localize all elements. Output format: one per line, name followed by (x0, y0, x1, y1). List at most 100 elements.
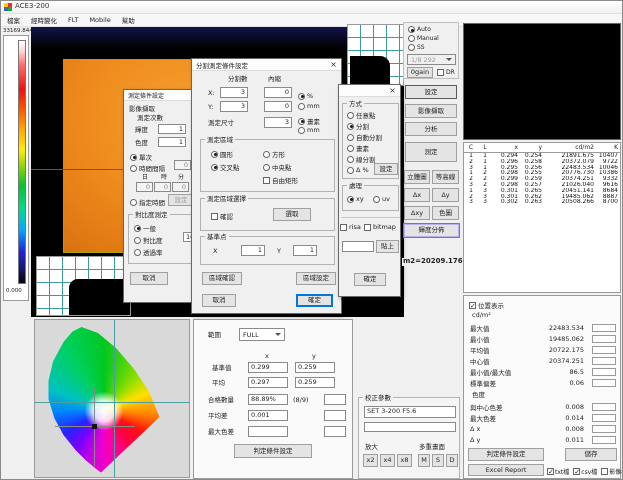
capture-button[interactable]: 影像擷取 (405, 104, 457, 118)
set-button[interactable]: 設定 (405, 85, 457, 99)
measure-button[interactable]: 測定 (405, 142, 457, 162)
pass-field: 88.89% (248, 394, 288, 405)
excel-report-button[interactable]: Excel Report (468, 464, 544, 476)
ref-x-field[interactable]: 0.299 (248, 362, 288, 373)
radio-normal[interactable]: 一般 (134, 223, 156, 233)
calib-set-field[interactable]: SET 3-200 F5.6 (364, 406, 456, 418)
luminance-dist-button[interactable]: 輝度分佈 (403, 223, 460, 238)
radio-line-split[interactable]: 線分割 (347, 154, 376, 164)
day-field[interactable]: 0 (136, 182, 153, 192)
split-cancel-button[interactable]: 取消 (202, 294, 236, 307)
method-set-button[interactable]: 設定 (374, 163, 398, 175)
area-confirm-button[interactable]: 區域確認 (202, 272, 242, 285)
dialog-split-title[interactable]: 分割測定條件設定 (192, 59, 341, 71)
multi-m-button[interactable]: M (418, 454, 430, 467)
menu-file[interactable]: 檔案 (7, 15, 20, 25)
radio-size-pixel-icon (298, 118, 305, 125)
checkbox-dr[interactable]: DR (437, 69, 455, 76)
x-inset-field[interactable]: 0 (264, 87, 292, 98)
radio-delta-pct[interactable]: Δ % (347, 166, 369, 174)
base-x-field[interactable]: 1 (241, 245, 265, 256)
x-div-field[interactable]: 3 (220, 87, 248, 98)
delta-x-button[interactable]: Δx (404, 188, 430, 202)
interval-field[interactable]: 0 (174, 160, 191, 170)
hour-field[interactable]: 0 (154, 182, 171, 192)
radio-split[interactable]: 分割 (347, 121, 369, 131)
checkbox-risa[interactable]: risa (340, 223, 361, 231)
radio-inset-mm[interactable]: mm (298, 102, 320, 110)
dialog-measure-title[interactable]: 測定條件設定 (124, 90, 197, 101)
gain-button[interactable]: 0gain (407, 67, 433, 78)
zoom-x2-button[interactable]: x2 (363, 454, 378, 467)
view3d-button[interactable]: 立體圖 (404, 170, 430, 184)
radio-xy[interactable]: xy (347, 195, 364, 203)
radio-manual[interactable]: Manual (408, 35, 439, 42)
checkbox-imagefile-icon[interactable] (601, 468, 608, 475)
cie-diagram-panel[interactable] (34, 319, 190, 478)
chroma-count-field[interactable]: 1 (158, 137, 186, 147)
radio-ss[interactable]: SS (408, 44, 425, 51)
close-icon[interactable]: × (327, 60, 340, 70)
radio-cross-point[interactable]: 交叉點 (211, 162, 240, 172)
close-icon[interactable]: × (386, 86, 399, 96)
method-ok-button[interactable]: 確定 (354, 273, 386, 286)
radio-single[interactable]: 單次 (130, 152, 152, 162)
y-inset-field[interactable]: 0 (264, 101, 292, 112)
avg-x-field[interactable]: 0.297 (248, 377, 288, 388)
size-field[interactable]: 3 (264, 117, 292, 128)
minute-field[interactable]: 0 (172, 182, 189, 192)
checkbox-free-rect[interactable]: 自由矩形 (263, 175, 298, 185)
range-dropdown[interactable]: FULL (239, 328, 285, 341)
radio-scheduled[interactable]: 指定時間 (130, 197, 165, 207)
multi-d-button[interactable]: D (446, 454, 458, 467)
paste-button[interactable]: 貼上 (376, 240, 399, 253)
radio-transmittance[interactable]: 透過率 (134, 247, 163, 257)
radio-square[interactable]: 方形 (263, 149, 285, 159)
radio-interval[interactable]: 時間間隔 (130, 163, 165, 173)
radio-center-point[interactable]: 中央點 (263, 162, 292, 172)
radio-inset-percent[interactable]: % (298, 92, 313, 100)
menu-temporal-change[interactable]: 經時變化 (31, 15, 57, 25)
zoom-x8-button[interactable]: x8 (397, 454, 412, 467)
radio-size-mm[interactable]: mm (298, 126, 320, 134)
judge-settings-button[interactable]: 判定條件設定 (468, 448, 544, 461)
zoom-x4-button[interactable]: x4 (380, 454, 395, 467)
checkbox-csv-icon[interactable]: ✓ (573, 468, 580, 475)
checkbox-txt-icon[interactable]: ✓ (547, 468, 554, 475)
contour-button[interactable]: 等高線 (432, 170, 459, 184)
radio-pixel[interactable]: 畫素 (347, 143, 369, 153)
area-set-button[interactable]: 區域設定 (296, 272, 336, 285)
analyze-button[interactable]: 分析 (405, 122, 457, 136)
radio-any-point[interactable]: 任意點 (347, 110, 376, 120)
shutter-dropdown[interactable]: 1/8 292 (407, 54, 456, 65)
colormap-button[interactable]: 色圖 (432, 206, 459, 220)
delta-y-button[interactable]: Δy (432, 188, 459, 202)
checkbox-position-display[interactable]: ✓ 位置表示 (469, 300, 504, 310)
radio-circle[interactable]: 圓形 (211, 149, 233, 159)
radio-auto[interactable]: Auto (408, 26, 431, 33)
ref-y-field[interactable]: 0.259 (295, 362, 335, 373)
xy-judge-button[interactable]: 判定條件設定 (234, 444, 312, 458)
pick-button[interactable]: 選取 (273, 208, 311, 221)
calib-extra-field[interactable] (364, 422, 456, 432)
menu-help[interactable]: 幫助 (122, 15, 135, 25)
menu-mobile[interactable]: Mobile (89, 16, 110, 24)
radio-uv[interactable]: uv (373, 195, 390, 203)
delta-xy-button[interactable]: Δxy (404, 206, 430, 220)
save-button[interactable]: 儲存 (565, 448, 617, 461)
split-ok-button[interactable]: 確定 (296, 294, 333, 307)
checkbox-confirm[interactable]: 確認 (211, 211, 233, 221)
base-y-field[interactable]: 1 (293, 245, 317, 256)
radio-size-pixel[interactable]: 畫素 (298, 116, 320, 126)
avg-y-field[interactable]: 0.259 (295, 377, 335, 388)
checkbox-bitmap[interactable]: bitmap (364, 223, 396, 231)
multi-s-button[interactable]: S (432, 454, 444, 467)
measure-cancel-button[interactable]: 取消 (130, 272, 168, 285)
lum-count-field[interactable]: 1 (158, 124, 186, 134)
table-row[interactable]: 330.3020.26320508.2668700 (464, 199, 620, 205)
radio-contrast[interactable]: 對比度 (134, 235, 163, 245)
radio-auto-split[interactable]: 自動分割 (347, 132, 382, 142)
menu-flt[interactable]: FLT (68, 16, 78, 24)
paste-field[interactable] (342, 241, 374, 252)
y-div-field[interactable]: 3 (220, 101, 248, 112)
